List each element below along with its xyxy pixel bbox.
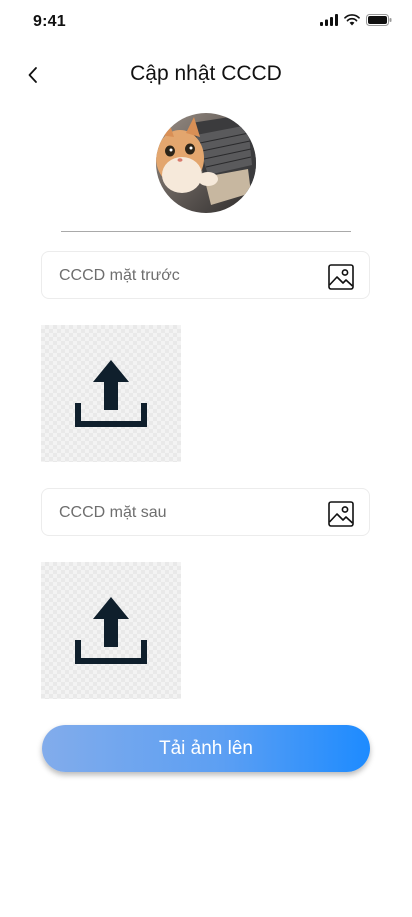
front-id-label: CCCD mặt trước (59, 267, 180, 284)
signal-icon (320, 14, 338, 26)
back-id-field[interactable]: CCCD mặt sau (41, 488, 370, 536)
status-icons (320, 14, 392, 26)
front-id-upload[interactable] (41, 325, 181, 462)
wifi-icon (344, 14, 360, 26)
battery-icon (366, 14, 392, 26)
status-bar: 9:41 (0, 0, 412, 44)
divider (61, 231, 351, 232)
upload-button-label: Tải ảnh lên (158, 737, 253, 759)
page-title: Cập nhật CCCD (130, 62, 282, 85)
back-id-upload[interactable] (41, 562, 181, 699)
image-icon[interactable] (327, 263, 355, 291)
upload-button[interactable]: Tải ảnh lên (42, 725, 370, 772)
avatar[interactable] (156, 113, 256, 213)
front-id-field[interactable]: CCCD mặt trước (41, 251, 370, 299)
upload-icon (75, 360, 147, 427)
back-id-label: CCCD mặt sau (59, 504, 167, 521)
upload-icon (75, 597, 147, 664)
avatar-photo (156, 113, 256, 213)
status-time: 9:41 (33, 13, 66, 30)
image-icon[interactable] (327, 500, 355, 528)
